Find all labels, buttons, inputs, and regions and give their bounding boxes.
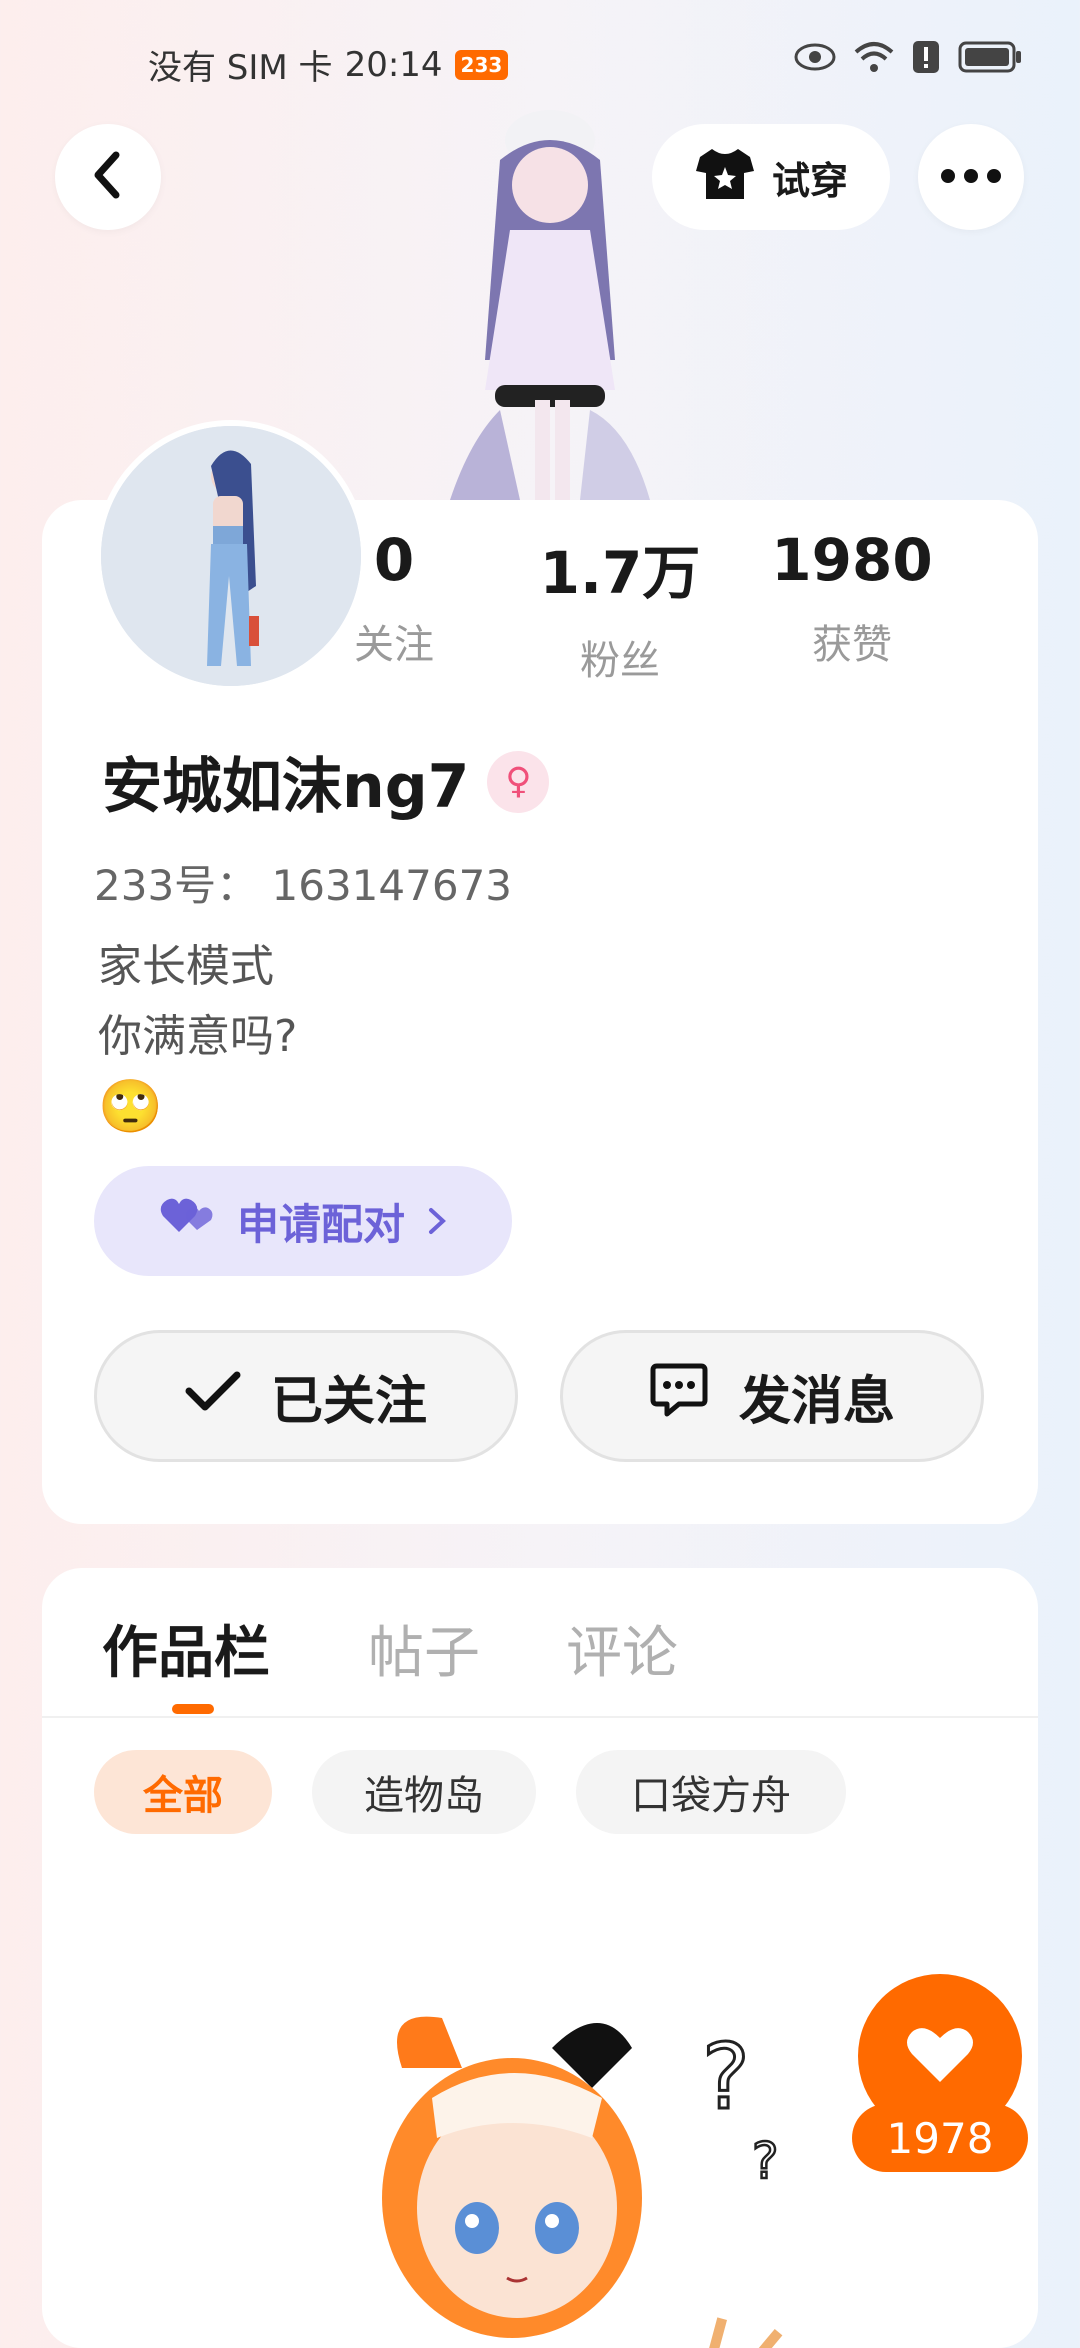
heart-icon: [904, 2022, 976, 2090]
stat-fans-value: 1.7万: [539, 539, 701, 607]
more-dots-icon: [941, 168, 1001, 187]
alert-icon: [912, 40, 940, 78]
profile-avatar[interactable]: [95, 420, 367, 692]
request-pair-label: 申请配对: [236, 1199, 405, 1249]
try-on-button[interactable]: 试穿: [652, 124, 890, 230]
tab-comments[interactable]: 评论: [566, 1608, 678, 1689]
empty-state-illustration: ? ?: [342, 1988, 842, 2348]
followed-label: 已关注: [270, 1371, 427, 1432]
status-right: [794, 40, 1022, 78]
name-row: 安城如沫ng7 ♀: [102, 738, 550, 825]
svg-text:?: ?: [702, 2025, 750, 2130]
request-pair-button[interactable]: 申请配对: [94, 1166, 512, 1276]
bio-line-2: 你满意吗?: [98, 1011, 298, 1062]
stat-likes-label: 获赞: [812, 622, 892, 668]
chevron-right-icon: [427, 1197, 447, 1246]
back-button[interactable]: [55, 124, 161, 230]
svg-text:?: ?: [752, 2132, 779, 2190]
eye-icon: [794, 42, 836, 76]
wifi-icon: [854, 40, 894, 78]
chat-bubble-icon: [649, 1362, 709, 1431]
hearts-icon: [159, 1196, 215, 1246]
stat-fans[interactable]: 1.7万 粉丝: [520, 526, 720, 686]
filter-chip-all[interactable]: 全部: [94, 1750, 272, 1834]
battery-icon: [958, 41, 1022, 77]
like-count: 1978: [852, 2104, 1028, 2172]
works-card: 作品栏 帖子 评论 全部 造物岛 口袋方舟 ? ?: [42, 1568, 1038, 2348]
status-left: 没有 SIM 卡 20:14 233: [148, 40, 509, 89]
carrier-text: 没有 SIM 卡: [148, 48, 333, 88]
app-badge: 233: [454, 49, 509, 80]
works-tabs: 作品栏 帖子 评论: [42, 1568, 1038, 1718]
stat-likes-value: 1980: [771, 526, 933, 594]
check-icon: [185, 1366, 241, 1426]
filter-chip-creation-island[interactable]: 造物岛: [312, 1750, 536, 1834]
stat-likes[interactable]: 1980 获赞: [752, 526, 952, 670]
user-id: 233号： 163147673: [94, 861, 513, 910]
user-bio: 家长模式 你满意吗? 🙄: [98, 932, 297, 1142]
more-button[interactable]: [918, 124, 1024, 230]
stat-fans-label: 粉丝: [580, 638, 660, 684]
filter-chip-pocket-ark[interactable]: 口袋方舟: [576, 1750, 846, 1834]
clock-time: 20:14: [344, 44, 443, 85]
female-icon: ♀: [487, 750, 550, 813]
chevron-left-icon: [88, 151, 128, 203]
user-name: 安城如沫ng7: [102, 752, 470, 822]
followed-button[interactable]: 已关注: [94, 1330, 518, 1462]
bio-line-1: 家长模式: [98, 941, 274, 992]
send-message-button[interactable]: 发消息: [560, 1330, 984, 1462]
tab-posts[interactable]: 帖子: [368, 1608, 480, 1689]
active-tab-indicator: [172, 1704, 214, 1714]
try-on-label: 试穿: [771, 158, 848, 203]
send-message-label: 发消息: [738, 1371, 895, 1432]
bio-emoji: 🙄: [98, 1077, 163, 1137]
tshirt-icon: [694, 145, 756, 210]
tab-works[interactable]: 作品栏: [102, 1608, 270, 1689]
